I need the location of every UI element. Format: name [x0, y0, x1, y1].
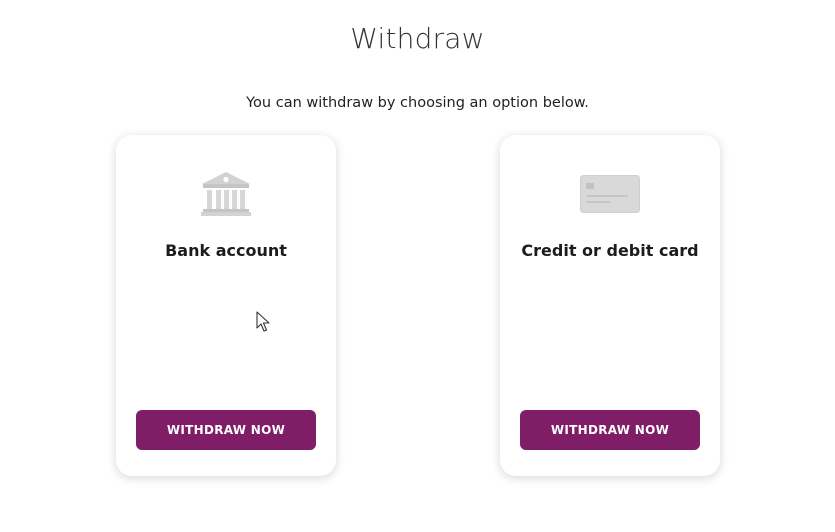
bank-icon — [116, 171, 336, 217]
page-subtitle: You can withdraw by choosing an option b… — [246, 95, 589, 111]
withdraw-page: Withdraw You can withdraw by choosing an… — [0, 0, 835, 532]
credit-debit-card-option-card[interactable]: Credit or debit card WITHDRAW NOW — [500, 135, 720, 476]
credit-debit-card-label: Credit or debit card — [521, 241, 699, 260]
bank-account-option-card[interactable]: Bank account WITHDRAW NOW — [116, 135, 336, 476]
card-withdraw-now-button[interactable]: WITHDRAW NOW — [520, 410, 700, 450]
credit-card-icon — [500, 171, 720, 217]
bank-withdraw-now-button[interactable]: WITHDRAW NOW — [136, 410, 316, 450]
page-title: Withdraw — [350, 22, 485, 55]
mouse-pointer-icon — [256, 311, 270, 332]
bank-account-label: Bank account — [165, 241, 287, 260]
